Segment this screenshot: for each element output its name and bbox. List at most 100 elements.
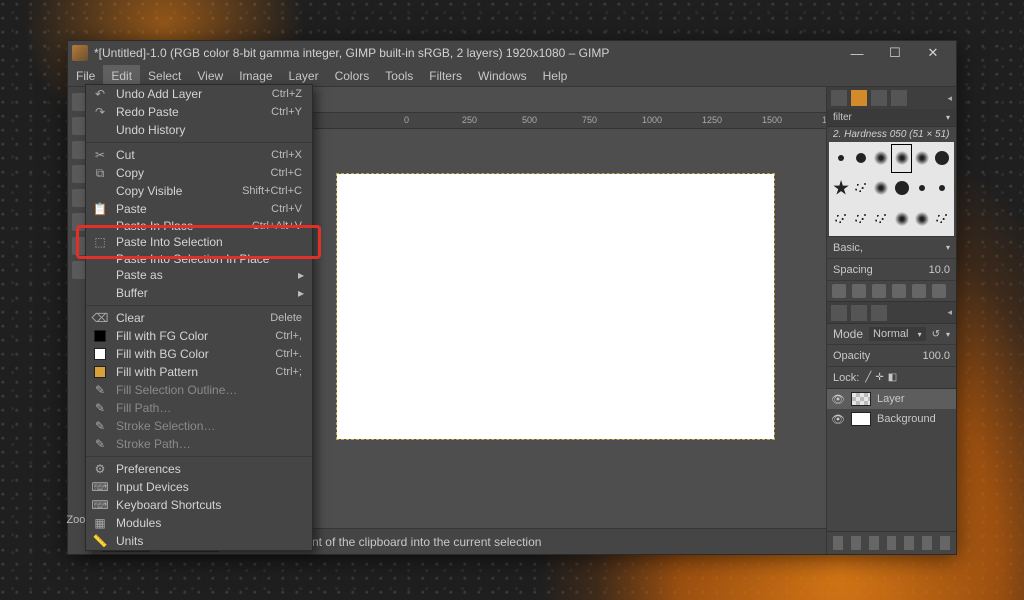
menu-edit[interactable]: Edit	[103, 65, 140, 86]
dock-tab[interactable]	[851, 305, 867, 321]
lock-pixels-icon[interactable]: ╱	[865, 372, 871, 383]
dock-tab[interactable]	[871, 305, 887, 321]
menu-item-fbg[interactable]: Fill with BG ColorCtrl+.	[86, 345, 312, 363]
minimize-button[interactable]: —	[838, 41, 876, 65]
menu-tools[interactable]: Tools	[377, 65, 421, 86]
opacity-row[interactable]: Opacity100.0	[827, 344, 956, 366]
brush-preset[interactable]	[891, 144, 911, 173]
menu-item-ksc[interactable]: ⌨Keyboard Shortcuts	[86, 496, 312, 514]
brush-spacing-row[interactable]: Spacing10.0	[827, 258, 956, 280]
brush-preset[interactable]	[912, 173, 932, 204]
brush-grid	[829, 142, 954, 236]
menu-item-undo[interactable]: ↶Undo Add LayerCtrl+Z	[86, 85, 312, 103]
group-icon[interactable]	[851, 536, 861, 550]
brush-preset[interactable]	[871, 144, 891, 173]
menu-item-redo[interactable]: ↷Redo PasteCtrl+Y	[86, 103, 312, 121]
brush-preset[interactable]	[932, 144, 952, 173]
visibility-icon[interactable]: 👁	[831, 393, 845, 406]
menu-windows[interactable]: Windows	[470, 65, 535, 86]
menu-layer[interactable]: Layer	[281, 65, 327, 86]
brush-preset[interactable]	[932, 203, 952, 234]
dock-menu-icon[interactable]: ◂	[947, 307, 952, 318]
menu-item-mod[interactable]: ▦Modules	[86, 514, 312, 532]
new-icon[interactable]	[852, 284, 866, 298]
menu-item-ffg[interactable]: Fill with FG ColorCtrl+,	[86, 327, 312, 345]
refresh-icon[interactable]	[912, 284, 926, 298]
brush-preset[interactable]	[831, 144, 851, 173]
brush-preset[interactable]	[871, 203, 891, 234]
lower-icon[interactable]	[887, 536, 897, 550]
dock-tab[interactable]	[831, 90, 847, 106]
anchor-icon[interactable]	[922, 536, 932, 550]
brush-preset[interactable]	[831, 173, 851, 204]
new-layer-icon[interactable]	[833, 536, 843, 550]
dock-tab[interactable]	[891, 90, 907, 106]
dock-tab[interactable]	[871, 90, 887, 106]
menu-help[interactable]: Help	[535, 65, 576, 86]
menu-item-label: Undo History	[116, 123, 185, 137]
menu-item-fpat[interactable]: Fill with PatternCtrl+;	[86, 363, 312, 381]
blend-mode-select[interactable]: Normal▾	[869, 327, 926, 341]
menu-item-unit[interactable]: 📏Units	[86, 532, 312, 550]
brush-preset[interactable]	[912, 144, 932, 173]
unit-icon: 📏	[92, 534, 108, 548]
brush-preset[interactable]	[851, 203, 871, 234]
menu-item-copyv[interactable]: Copy VisibleShift+Ctrl+C	[86, 182, 312, 200]
maximize-button[interactable]: ☐	[876, 41, 914, 65]
menu-colors[interactable]: Colors	[327, 65, 378, 86]
menu-item-copy[interactable]: ⧉CopyCtrl+C	[86, 164, 312, 182]
annotation-highlight	[76, 225, 321, 259]
menu-item-cut[interactable]: ✂CutCtrl+X	[86, 146, 312, 164]
menu-view[interactable]: View	[189, 65, 231, 86]
mode-reset-icon[interactable]: ↺	[932, 329, 940, 340]
menu-item-buf[interactable]: Buffer▸	[86, 284, 312, 302]
open-icon[interactable]	[932, 284, 946, 298]
menu-item-label: Paste	[116, 202, 147, 216]
layers-tabs: ◂	[827, 301, 956, 323]
menu-select[interactable]: Select	[140, 65, 189, 86]
brush-filter[interactable]: filter ▾	[827, 109, 956, 127]
close-button[interactable]: ✕	[914, 41, 952, 65]
layer-row[interactable]: 👁 Background	[827, 409, 956, 429]
window-title: *[Untitled]-1.0 (RGB color 8-bit gamma i…	[94, 46, 609, 60]
raise-icon[interactable]	[869, 536, 879, 550]
ksc-icon: ⌨	[92, 498, 108, 512]
delete-layer-icon[interactable]	[940, 536, 950, 550]
duplicate-icon[interactable]	[872, 284, 886, 298]
duplicate-layer-icon[interactable]	[904, 536, 914, 550]
submenu-arrow-icon: ▸	[298, 268, 306, 282]
dock-tab[interactable]	[831, 305, 847, 321]
brush-preset[interactable]	[932, 173, 952, 204]
menu-item-pas[interactable]: Paste as▸	[86, 266, 312, 284]
menu-item-clr[interactable]: ⌫ClearDelete	[86, 309, 312, 327]
brush-preset[interactable]	[891, 203, 911, 234]
lock-position-icon[interactable]: ✛	[875, 372, 883, 383]
visibility-icon[interactable]: 👁	[831, 413, 845, 426]
image-canvas[interactable]	[337, 174, 774, 439]
layer-row[interactable]: 👁 Layer	[827, 389, 956, 409]
edit-icon[interactable]	[832, 284, 846, 298]
lock-alpha-icon[interactable]: ◧	[888, 372, 897, 383]
layer-name: Layer	[877, 393, 905, 405]
dock-menu-icon[interactable]: ◂	[947, 93, 952, 104]
brush-preset[interactable]	[851, 173, 871, 204]
dock-tab[interactable]	[851, 90, 867, 106]
brush-preset[interactable]	[851, 144, 871, 173]
brush-preset[interactable]	[871, 173, 891, 204]
menu-item-label: Stroke Path…	[116, 437, 191, 451]
menu-item-idev[interactable]: ⌨Input Devices	[86, 478, 312, 496]
menu-item-pref[interactable]: ⚙Preferences	[86, 460, 312, 478]
paste-icon: 📋	[92, 202, 108, 216]
menu-file[interactable]: File	[68, 65, 103, 86]
brush-preset[interactable]	[912, 203, 932, 234]
menu-item-hist[interactable]: Undo History	[86, 121, 312, 139]
brush-preset[interactable]	[891, 173, 911, 204]
menu-filters[interactable]: Filters	[421, 65, 470, 86]
brush-basic-row[interactable]: Basic,▾	[827, 236, 956, 258]
copy-icon: ⧉	[92, 166, 108, 181]
mode-menu-icon[interactable]: ▾	[946, 330, 950, 339]
menu-image[interactable]: Image	[231, 65, 280, 86]
menu-item-paste[interactable]: 📋PasteCtrl+V	[86, 200, 312, 218]
brush-preset[interactable]	[831, 203, 851, 234]
delete-icon[interactable]	[892, 284, 906, 298]
